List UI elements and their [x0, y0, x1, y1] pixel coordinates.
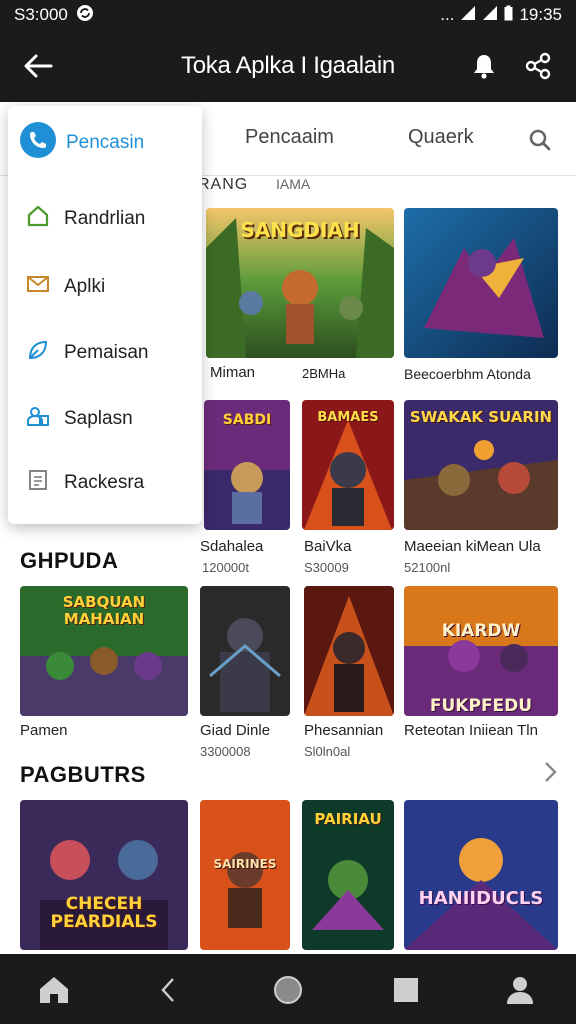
tab-pencaaim[interactable]: Pencaaim [245, 126, 334, 149]
game-thumbnail[interactable]: BAMAES [302, 400, 394, 530]
drawer-item-label: Rackesra [64, 472, 145, 493]
section-title: PAGBUTRS [20, 762, 146, 787]
more-dots: ... [440, 5, 455, 24]
document-icon [26, 468, 50, 498]
home-circle-button[interactable] [268, 970, 308, 1010]
game-thumbnail[interactable]: KIARDW FUKPFEDU [404, 586, 558, 716]
game-thumbnail[interactable]: HANIIDUCLS [404, 800, 558, 950]
notifications-button[interactable] [466, 48, 502, 84]
drawer-item-pemaisan[interactable]: Pemaisan [26, 338, 149, 368]
game-caption: Pamen [20, 722, 68, 739]
chevron-left-icon [161, 978, 174, 1002]
envelope-icon [26, 272, 50, 302]
art-title: HANIIDUCLS [418, 888, 544, 909]
game-caption: Beecoerbhm Atonda [404, 366, 531, 382]
art-title: SABDI [222, 412, 272, 428]
game-caption: Miman [210, 364, 256, 381]
status-left-text: S3:000 [14, 5, 68, 24]
art-title: KIARDW FUKPFEDU [429, 621, 533, 716]
signal-icon-2 [482, 5, 498, 26]
game-thumbnail[interactable]: SANGDIAH [206, 208, 394, 358]
leaf-icon [26, 338, 50, 368]
game-subtitle: Sl0ln0al [304, 744, 351, 759]
game-caption: Giad Dinle [200, 722, 271, 739]
game-thumbnail[interactable]: PAIRIAU [302, 800, 394, 950]
drawer-item-rackesra[interactable]: Rackesra [26, 468, 144, 498]
partial-header-right: IAMA [276, 176, 311, 192]
game-caption: Sdahalea [200, 538, 264, 555]
game-caption: BaiVka [304, 538, 352, 555]
art-title: SAIRINES NEHCAKN [213, 857, 277, 871]
chevron-right-icon [545, 762, 557, 782]
search-icon [529, 129, 551, 151]
drawer-item-randrlian[interactable]: Randrlian [26, 204, 145, 234]
battery-icon [504, 5, 513, 26]
game-caption: Phesannian [304, 722, 384, 739]
bell-icon [474, 55, 494, 79]
people-icon [26, 404, 50, 434]
recents-button[interactable] [386, 970, 426, 1010]
art-title: PAIRIAU [314, 810, 382, 828]
share-icon [525, 52, 551, 80]
status-bar: S3:000 ... 19:35 [0, 0, 576, 30]
partial-header-left: RANG [198, 176, 249, 193]
game-subtitle: 120000t [202, 560, 249, 575]
game-thumbnail[interactable]: SAIRINES NEHCAKN [200, 800, 290, 950]
game-caption: Reteotan Iniiean Tln [404, 722, 538, 739]
house-icon [26, 204, 50, 234]
game-subtitle: 52100nl [404, 560, 451, 575]
game-thumbnail[interactable] [304, 586, 394, 716]
sync-icon [76, 4, 94, 27]
section-more-button[interactable] [536, 756, 564, 788]
share-button[interactable] [520, 48, 556, 84]
profile-button[interactable] [500, 970, 540, 1010]
art-title: CHECEH PEARDIALS [50, 894, 158, 932]
arrow-left-icon [24, 54, 53, 78]
art-title: SWAKAK SUARIN [409, 408, 553, 426]
home-icon [40, 977, 68, 1003]
drawer-header-label: Pencasin [66, 131, 145, 153]
art-title: SABQUAN MAHAIAN [62, 593, 146, 628]
circle-icon [274, 976, 302, 1004]
person-icon [507, 977, 533, 1004]
game-thumbnail[interactable]: SWAKAK SUARIN [404, 400, 558, 530]
drawer-item-saplasn[interactable]: Saplasn [26, 404, 133, 434]
tab-quaerk[interactable]: Quaerk [408, 126, 474, 149]
home-button[interactable] [34, 970, 74, 1010]
game-thumbnail[interactable]: SABQUAN MAHAIAN [20, 586, 188, 716]
drawer-header[interactable]: Pencasin [20, 122, 144, 163]
back-button[interactable] [18, 48, 58, 84]
art-title: SANGDIAH [240, 218, 360, 242]
clock: 19:35 [519, 5, 562, 24]
drawer-item-label: Pemaisan [64, 342, 149, 363]
bottom-nav-bar [0, 954, 576, 1024]
section-title: GHPUDA [20, 548, 119, 573]
game-subtitle: 3300008 [200, 744, 251, 759]
game-caption: 2BMHa [302, 366, 346, 381]
app-bar: Toka Aplka I Igaalain [0, 30, 576, 102]
drawer-item-label: Randrlian [64, 208, 146, 229]
signal-icon [460, 5, 476, 26]
game-subtitle: S30009 [304, 560, 349, 575]
art-title: BAMAES [317, 410, 379, 425]
back-nav-button[interactable] [148, 970, 188, 1010]
game-thumbnail[interactable] [404, 208, 558, 358]
game-thumbnail[interactable]: CHECEH PEARDIALS [20, 800, 188, 950]
navigation-drawer: Pencasin Randrlian Aplki Pemaisan Saplas… [8, 106, 202, 524]
game-thumbnail[interactable] [200, 586, 290, 716]
game-caption: Maeeian kiMean Ula [404, 538, 541, 555]
drawer-item-label: Aplki [64, 276, 106, 297]
drawer-item-label: Saplasn [64, 408, 133, 429]
search-button[interactable] [524, 124, 556, 156]
square-icon [394, 978, 418, 1002]
phone-icon [20, 122, 56, 163]
game-thumbnail[interactable]: SABDI [204, 400, 290, 530]
drawer-item-aplki[interactable]: Aplki [26, 272, 105, 302]
